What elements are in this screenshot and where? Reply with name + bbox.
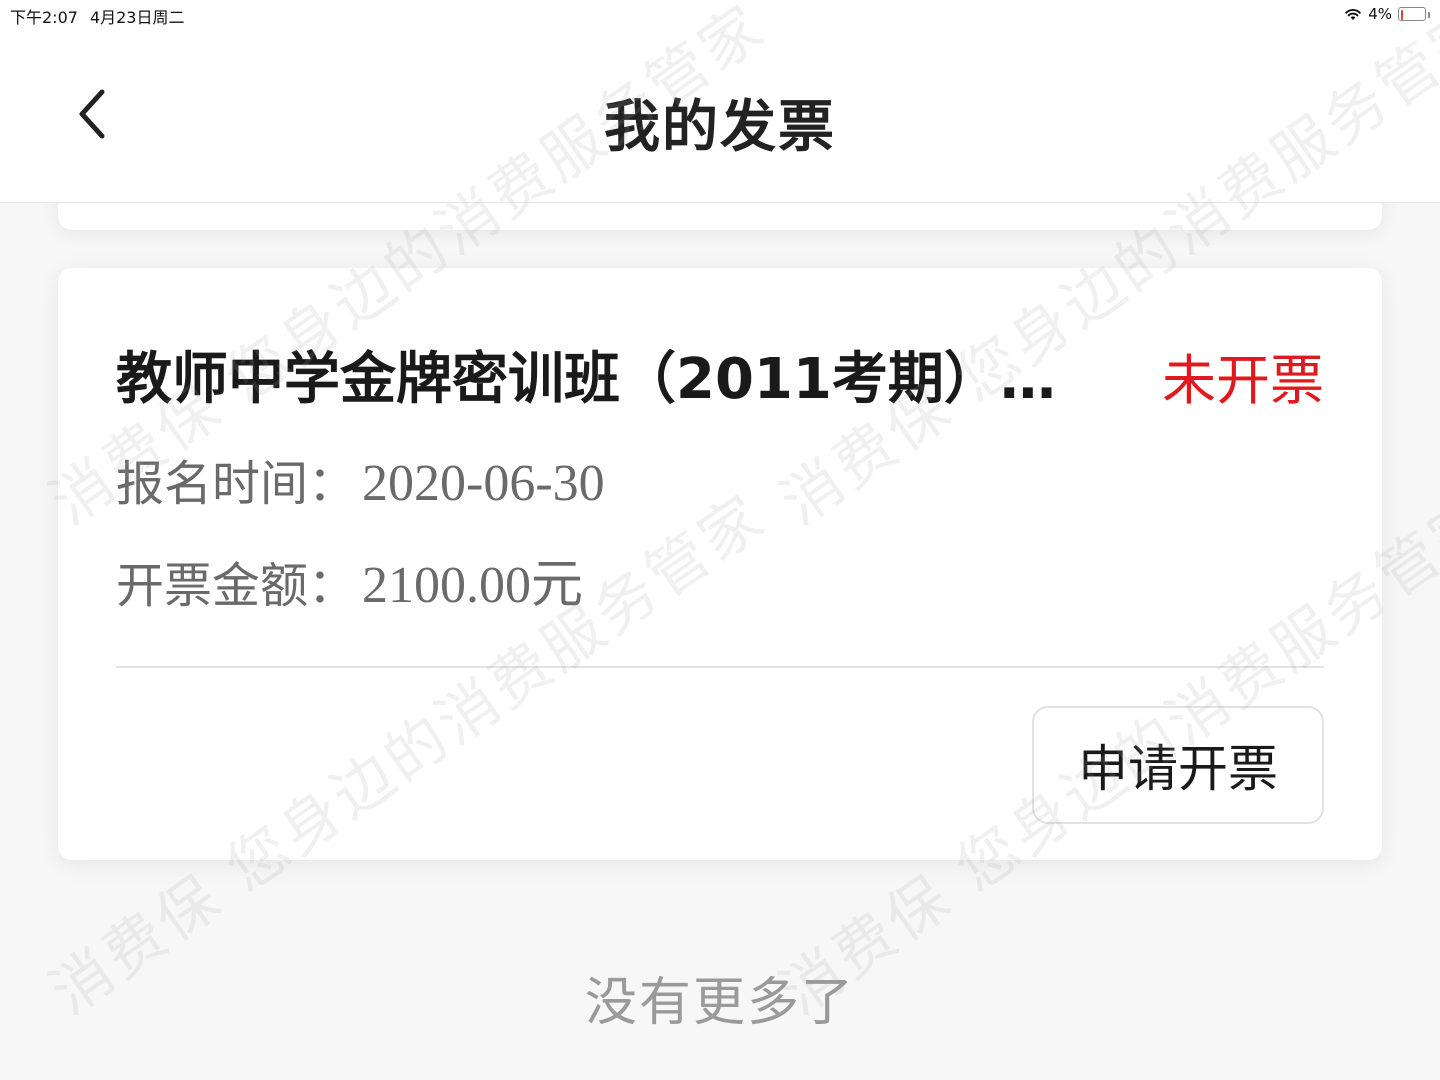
- nav-bar: 我的发票: [0, 28, 1440, 203]
- status-time: 下午2:07 4月23日周二: [10, 4, 184, 28]
- course-title: 教师中学金牌密训班（2011考期）…: [116, 347, 1056, 412]
- battery-level: [1400, 9, 1403, 20]
- no-more-text: 没有更多了: [584, 973, 855, 1033]
- battery-icon: [1398, 7, 1430, 21]
- page-title: 我的发票: [604, 95, 836, 160]
- invoice-card[interactable]: 教师中学金牌密训班（2011考期）… 未开票 报名时间： 2020-06-30 开…: [58, 268, 1382, 860]
- status-date: 4月23日周二: [89, 8, 185, 27]
- invoice-amount-value: 2100.00元: [362, 557, 584, 614]
- apply-invoice-button[interactable]: 申请开票: [1032, 706, 1324, 824]
- status-indicators: 4%: [1344, 5, 1430, 23]
- invoice-amount-row: 开票金额： 2100.00元: [116, 542, 583, 617]
- status-clock: 下午2:07: [10, 8, 78, 27]
- registration-date-row: 报名时间： 2020-06-30: [116, 444, 605, 514]
- card-divider: [116, 666, 1324, 668]
- battery-percent: 4%: [1368, 5, 1392, 23]
- invoice-status-badge: 未开票: [1162, 349, 1324, 412]
- status-bar: 下午2:07 4月23日周二 4%: [0, 0, 1440, 28]
- registration-date-value: 2020-06-30: [362, 455, 605, 512]
- registration-date-label: 报名时间：: [116, 456, 357, 512]
- wifi-icon: [1345, 9, 1361, 20]
- invoice-amount-label: 开票金额：: [116, 558, 357, 614]
